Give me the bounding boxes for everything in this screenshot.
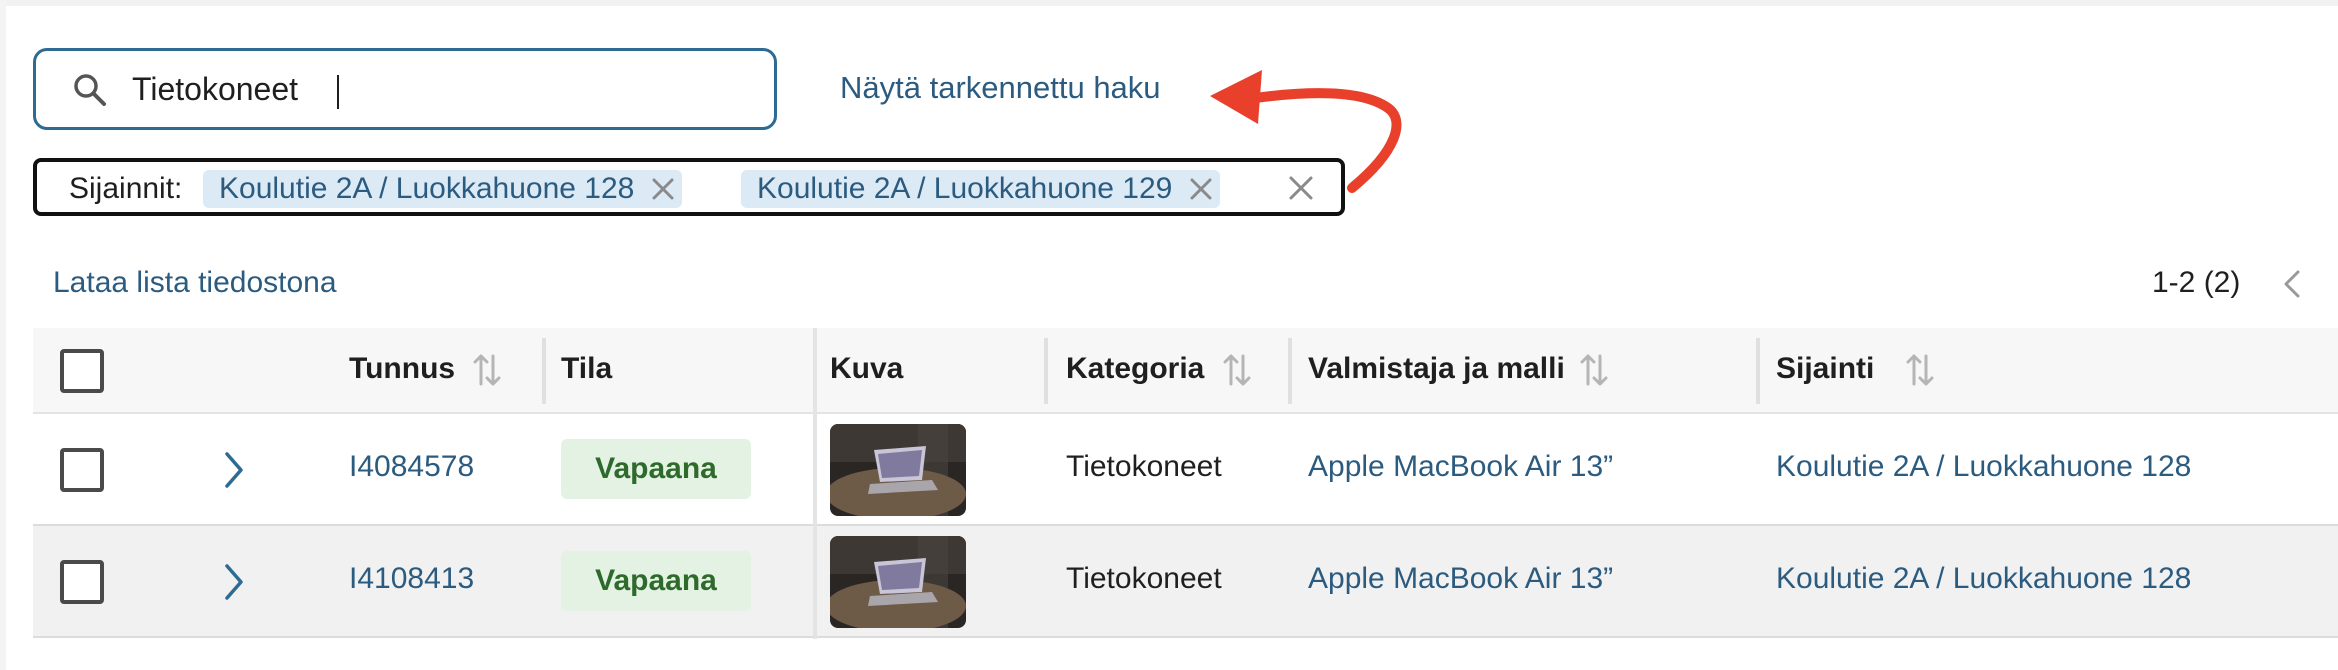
category-cell: Tietokoneet	[1066, 562, 1222, 595]
table-header: Tunnus Tila Kuva Kategoria Valmistaja ja…	[33, 328, 2338, 414]
laptop-photo-thumbnail[interactable]	[830, 536, 966, 628]
location-link[interactable]: Koulutie 2A / Luokkahuone 128	[1776, 450, 2191, 484]
chevron-right-icon[interactable]	[219, 448, 249, 492]
column-header-kategoria[interactable]: Kategoria	[1066, 352, 1204, 386]
search-box[interactable]	[33, 48, 777, 130]
status-badge: Vapaana	[561, 439, 751, 499]
row-checkbox[interactable]	[60, 448, 104, 492]
sort-icon[interactable]	[1221, 352, 1253, 388]
column-header-tila[interactable]: Tila	[561, 352, 612, 386]
table-row[interactable]: I4084578 Vapaana Tietokoneet Apple MacBo…	[33, 414, 2338, 526]
clear-filters-icon[interactable]	[1282, 169, 1320, 207]
row-checkbox[interactable]	[60, 560, 104, 604]
column-divider[interactable]	[1288, 338, 1292, 404]
search-icon	[74, 74, 106, 106]
remove-filter-icon[interactable]	[644, 170, 682, 208]
page-top-edge	[0, 0, 2338, 6]
column-header-tunnus[interactable]: Tunnus	[349, 352, 455, 386]
column-divider[interactable]	[542, 338, 546, 404]
location-link[interactable]: Koulutie 2A / Luokkahuone 128	[1776, 562, 2191, 596]
sort-icon[interactable]	[1904, 352, 1936, 388]
page-left-edge	[0, 0, 6, 670]
pagination-info: 1-2 (2)	[2152, 266, 2241, 299]
filter-chip-label: Koulutie 2A / Luokkahuone 129	[757, 172, 1173, 205]
sort-icon[interactable]	[1578, 352, 1610, 388]
filter-chip: Koulutie 2A / Luokkahuone 128	[203, 170, 683, 208]
item-id-link[interactable]: I4084578	[349, 450, 474, 484]
column-header-valmistaja-ja-malli[interactable]: Valmistaja ja malli	[1308, 352, 1565, 386]
items-table: Tunnus Tila Kuva Kategoria Valmistaja ja…	[33, 328, 2338, 639]
chevron-right-icon[interactable]	[219, 560, 249, 604]
chevron-left-icon[interactable]	[2278, 266, 2306, 302]
sort-icon[interactable]	[471, 352, 503, 388]
filter-chip-label: Koulutie 2A / Luokkahuone 128	[219, 172, 635, 205]
search-input[interactable]	[132, 65, 732, 113]
table-row[interactable]: I4108413 Vapaana Tietokoneet Apple MacBo…	[33, 526, 2338, 638]
frozen-column-separator	[813, 328, 817, 639]
download-list-link[interactable]: Lataa lista tiedostona	[53, 266, 337, 300]
text-cursor	[337, 75, 339, 109]
filter-label: Sijainnit:	[69, 172, 183, 205]
column-header-kuva: Kuva	[830, 352, 904, 385]
column-header-sijainti[interactable]: Sijainti	[1776, 352, 1874, 386]
column-divider[interactable]	[1756, 338, 1760, 404]
model-link[interactable]: Apple MacBook Air 13”	[1308, 562, 1613, 596]
column-divider[interactable]	[1044, 338, 1048, 404]
select-all-checkbox[interactable]	[60, 349, 104, 393]
filter-chip: Koulutie 2A / Luokkahuone 129	[741, 170, 1221, 208]
category-cell: Tietokoneet	[1066, 450, 1222, 483]
status-badge: Vapaana	[561, 551, 751, 611]
remove-filter-icon[interactable]	[1182, 170, 1220, 208]
laptop-photo-thumbnail[interactable]	[830, 424, 966, 516]
model-link[interactable]: Apple MacBook Air 13”	[1308, 450, 1613, 484]
item-id-link[interactable]: I4108413	[349, 562, 474, 596]
advanced-search-link[interactable]: Näytä tarkennettu haku	[840, 70, 1161, 106]
active-filters-bar: Sijainnit: Koulutie 2A / Luokkahuone 128…	[33, 158, 1345, 216]
